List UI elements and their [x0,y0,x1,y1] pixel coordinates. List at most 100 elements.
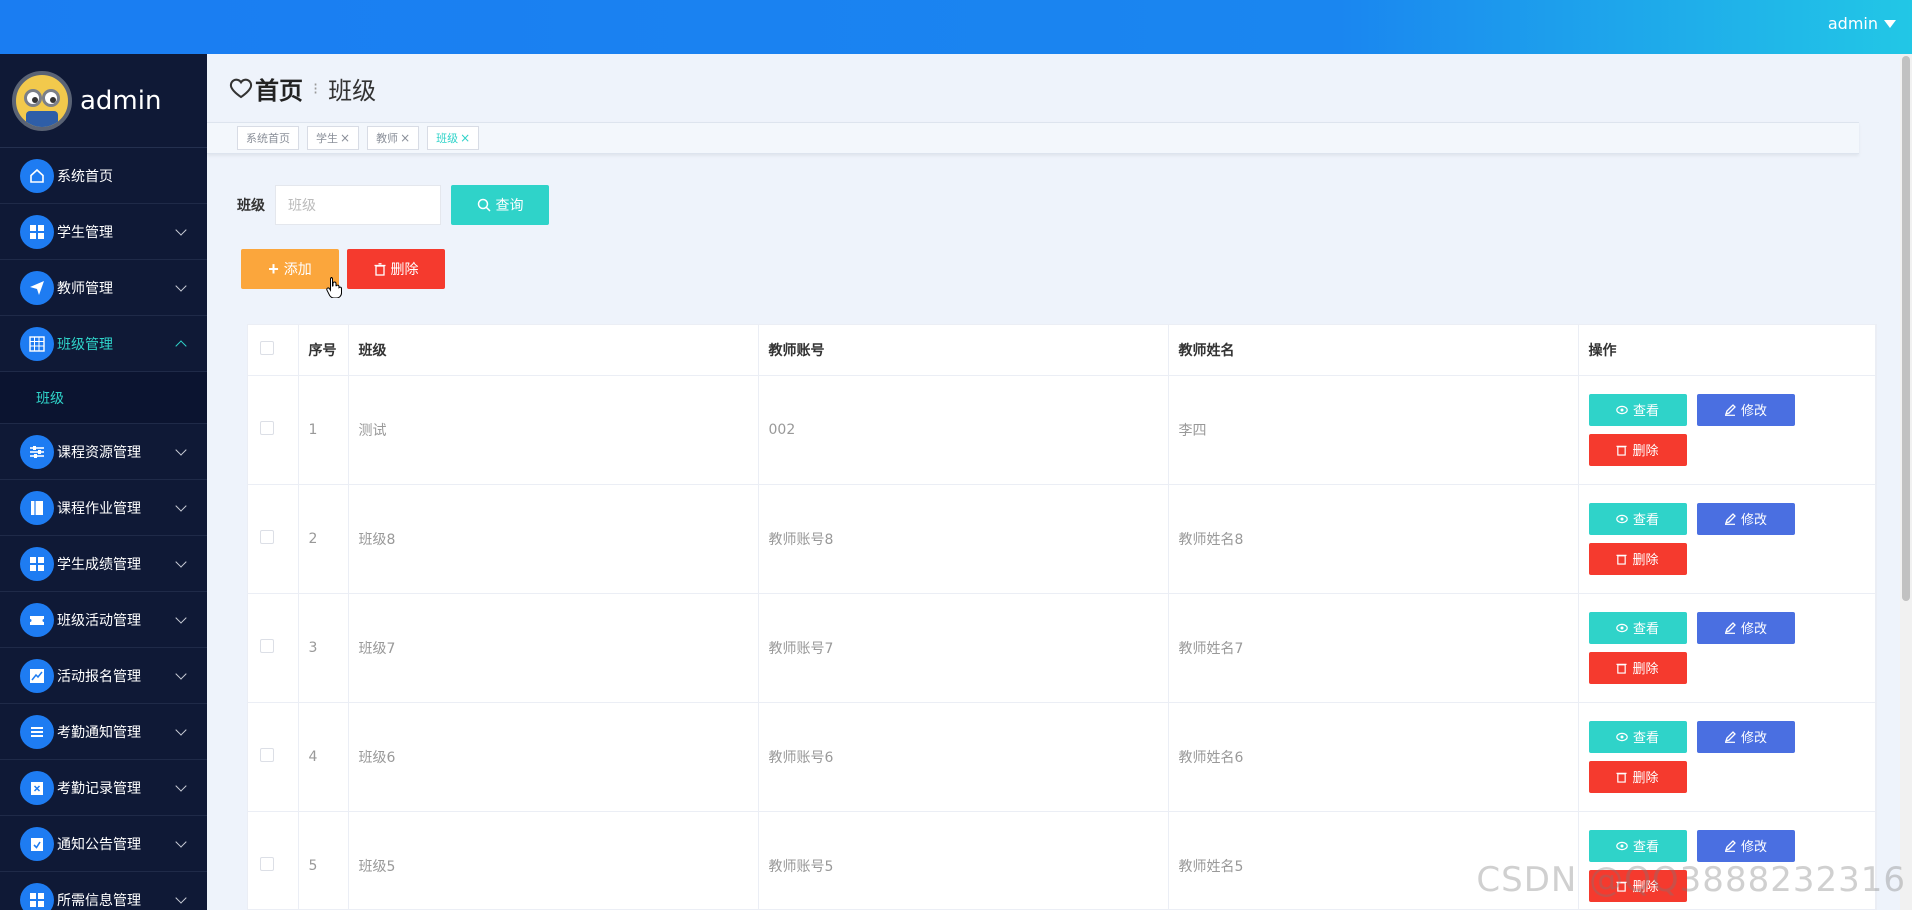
view-button[interactable]: 查看 [1588,393,1687,426]
eye-icon [1616,841,1628,850]
sidebar-item-7[interactable]: 班级活动管理 [0,592,207,648]
sidebar-item-label: 考勤通知管理 [57,724,141,741]
eye-icon [1616,623,1628,632]
col-index: 序号 [298,325,349,376]
sidebar-item-11[interactable]: 通知公告管理 [0,816,207,872]
close-icon[interactable]: × [460,131,470,145]
cell-actions: 查看 修改 删除 [1578,593,1876,703]
cell-index: 4 [298,702,349,812]
row-checkbox[interactable] [260,638,274,653]
cell-teacher-name: 李四 [1168,375,1579,485]
query-button[interactable]: 查询 [451,185,549,225]
sidebar-subitem-class[interactable]: 班级 [0,372,207,424]
cell-teacher-name: 教师姓名7 [1168,593,1579,703]
cell-class: 班级6 [348,702,759,812]
profile-name: admin [80,85,162,116]
view-button[interactable]: 查看 [1588,611,1687,644]
sidebar-item-6[interactable]: 学生成绩管理 [0,536,207,592]
row-checkbox[interactable] [260,747,274,762]
caret-down-icon[interactable] [1884,19,1896,28]
page-header: 首页 ⁝ 班级 [207,54,1912,122]
breadcrumb-home[interactable]: 首页 [255,71,303,106]
clipboard-x-icon [20,770,54,805]
cell-teacher-name: 教师姓名8 [1168,484,1579,594]
table-row: 3 班级7 教师账号7 教师姓名7 查看 修改 删除 [248,593,1876,703]
row-checkbox-cell[interactable] [248,375,299,485]
row-checkbox-cell[interactable] [248,593,299,703]
select-all-cell[interactable] [248,325,299,376]
tag-student[interactable]: 学生 × [307,126,360,150]
sidebar-item-0[interactable]: 系统首页 [0,148,207,204]
row-checkbox-cell[interactable] [248,702,299,812]
tag-teacher[interactable]: 教师 × [367,126,420,150]
cell-teacher-name: 教师姓名6 [1168,702,1579,812]
select-all-checkbox[interactable] [260,340,274,355]
user-menu[interactable]: admin [1828,14,1896,33]
chevron-down-icon [175,836,187,848]
edit-button[interactable]: 修改 [1696,502,1795,535]
row-checkbox[interactable] [260,420,274,435]
cell-actions: 查看 修改 删除 [1578,484,1876,594]
cell-index: 2 [298,484,349,594]
grid-icon [20,546,54,581]
hand-cursor-icon [326,277,342,298]
book-icon [20,490,54,525]
chevron-down-icon [175,724,187,736]
chevron-up-icon [175,340,187,352]
search-input[interactable] [275,185,441,225]
sidebar-item-3[interactable]: 班级管理 [0,316,207,372]
sidebar-item-8[interactable]: 活动报名管理 [0,648,207,704]
row-checkbox-cell[interactable] [248,811,299,909]
delete-button[interactable]: 删除 [1588,433,1687,466]
home-icon [20,158,54,193]
sidebar-item-10[interactable]: 考勤记录管理 [0,760,207,816]
col-teacher-account: 教师账号 [758,325,1169,376]
sidebar-item-12[interactable]: 所需信息管理 [0,872,207,910]
view-button[interactable]: 查看 [1588,502,1687,535]
sidebar-item-label: 学生成绩管理 [57,556,141,573]
view-button[interactable]: 查看 [1588,720,1687,753]
list-icon [20,714,54,749]
tag-class[interactable]: 班级 × [427,126,480,150]
close-icon[interactable]: × [340,131,350,145]
sidebar-item-4[interactable]: 课程资源管理 [0,424,207,480]
trash-icon [1616,663,1628,674]
sidebar-item-label: 考勤记录管理 [57,780,141,797]
delete-button[interactable]: 删除 [1588,651,1687,684]
edit-button[interactable]: 修改 [1696,720,1795,753]
edit-icon [1724,403,1736,416]
sidebar-item-1[interactable]: 学生管理 [0,204,207,260]
chart-icon [20,658,54,693]
add-button[interactable]: + 添加 [241,249,339,289]
close-icon[interactable]: × [400,131,410,145]
view-button[interactable]: 查看 [1588,829,1687,862]
col-teacher-name: 教师姓名 [1168,325,1579,376]
send-icon [20,270,54,305]
chevron-down-icon [175,500,187,512]
cell-index: 1 [298,375,349,485]
row-checkbox-cell[interactable] [248,484,299,594]
user-name[interactable]: admin [1828,14,1878,33]
cell-class: 测试 [348,375,759,485]
sidebar-item-9[interactable]: 考勤通知管理 [0,704,207,760]
delete-button[interactable]: 删除 [1588,760,1687,793]
batch-delete-button[interactable]: 删除 [347,249,445,289]
page-scrollbar[interactable] [1900,54,1912,910]
delete-button[interactable]: 删除 [1588,542,1687,575]
chevron-down-icon [175,280,187,292]
row-checkbox[interactable] [260,856,274,871]
edit-button[interactable]: 修改 [1696,393,1795,426]
edit-button[interactable]: 修改 [1696,829,1795,862]
sidebar: admin 系统首页 学生管理 教师管理 班级管理 班级 课程资源管理 课程作业管理学生成绩… [0,54,207,910]
chevron-down-icon [175,892,187,904]
row-checkbox[interactable] [260,529,274,544]
avatar [12,70,72,131]
sidebar-item-2[interactable]: 教师管理 [0,260,207,316]
tag-home[interactable]: 系统首页 [237,126,299,150]
cell-teacher-account: 教师账号5 [758,811,1169,909]
sidebar-item-5[interactable]: 课程作业管理 [0,480,207,536]
scrollbar-thumb[interactable] [1902,56,1910,601]
cell-index: 5 [298,811,349,909]
edit-icon [1724,621,1736,634]
edit-button[interactable]: 修改 [1696,611,1795,644]
